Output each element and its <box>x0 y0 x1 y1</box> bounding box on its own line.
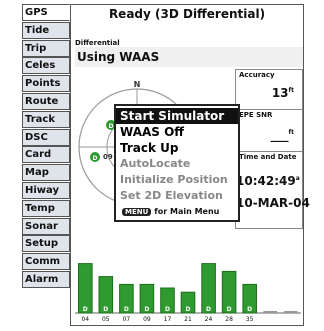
signal-bar-flag: D <box>124 306 129 313</box>
signal-bar-flag: D <box>186 306 191 313</box>
snr-label: EPE SNR <box>239 111 273 119</box>
signal-strength-chart: D 04 D 05 D 07 D 09 D 17 D 21 D 24 D 28 D 35 <box>75 263 301 323</box>
satellite-marker-label: D <box>93 155 98 162</box>
menu-item-start-simulator[interactable]: Start Simulator <box>116 108 238 124</box>
snr-box: EPE SNR ___ft <box>235 109 303 153</box>
time-value: 10:42:49a <box>236 174 300 188</box>
snr-number: ___ <box>270 128 289 142</box>
accuracy-number: 13 <box>271 86 289 100</box>
signal-bar-flag: D <box>227 306 232 313</box>
signal-bar <box>263 311 277 313</box>
differential-label: Differential <box>75 39 120 47</box>
signal-bar-label: 35 <box>246 316 254 323</box>
options-menu: Start Simulator WAAS Off Track Up AutoLocat… <box>114 104 240 222</box>
signal-bar-label: 07 <box>123 316 131 323</box>
satellite-marker: D <box>90 152 100 162</box>
time-date-box: Time and Date 10:42:49a 10-MAR-04 <box>235 151 310 229</box>
time-suffix: a <box>295 175 300 182</box>
signal-bar-flag: D <box>165 306 170 313</box>
north-label: N <box>134 80 141 89</box>
signal-bar-flag: D <box>144 306 149 313</box>
tab-sonar[interactable]: Sonar <box>22 217 70 235</box>
page-tabs: GPS Tide Trip Celes Points Route Track DSC Card M… <box>22 4 70 290</box>
tab-gps[interactable]: GPS <box>22 4 70 21</box>
signal-bar-label: 04 <box>81 316 89 323</box>
tab-track[interactable]: Track <box>22 110 70 128</box>
satellite-number: 09 <box>103 153 113 161</box>
signal-bar-label: 05 <box>102 316 110 323</box>
date-value: 10-MAR-04 <box>236 196 310 210</box>
menu-hint: MENU for Main Menu <box>122 207 219 216</box>
menu-hint-text: for Main Menu <box>154 207 220 216</box>
menu-item-initialize-position[interactable]: Initialize Position <box>120 172 228 188</box>
tab-celes[interactable]: Celes <box>22 57 70 75</box>
accuracy-label: Accuracy <box>239 71 275 79</box>
menu-item-autolocate[interactable]: AutoLocate <box>120 156 190 172</box>
signal-bar-flag: D <box>206 306 211 313</box>
time-number: 10:42:49 <box>236 174 296 188</box>
signal-bar-label: 28 <box>225 316 233 323</box>
signal-bar-flag: D <box>247 306 252 313</box>
signal-bar-label: 17 <box>164 316 172 323</box>
tab-route[interactable]: Route <box>22 93 70 110</box>
tab-alarm[interactable]: Alarm <box>22 271 70 288</box>
gps-status-screen: GPS Tide Trip Celes Points Route Track DSC Card M… <box>0 0 324 331</box>
snr-value: ___ft <box>236 128 300 142</box>
tab-card[interactable]: Card <box>22 146 70 164</box>
signal-bar <box>283 311 298 313</box>
receiver-status-title: Ready (3D Differential) <box>108 7 266 21</box>
signal-bar-flag: D <box>103 306 108 313</box>
signal-bar-label: 09 <box>143 316 151 323</box>
accuracy-value: 13ft <box>236 86 300 100</box>
signal-bar-label: 21 <box>184 316 192 323</box>
tab-setup[interactable]: Setup <box>22 235 70 253</box>
differential-value: Using WAAS <box>75 47 303 67</box>
menu-item-track-up[interactable]: Track Up <box>120 140 179 156</box>
snr-unit: ft <box>288 129 294 136</box>
menu-item-set-2d-elevation[interactable]: Set 2D Elevation <box>120 188 223 204</box>
tab-map[interactable]: Map <box>22 164 70 182</box>
time-date-label: Time and Date <box>239 153 297 161</box>
tab-hiway[interactable]: Hiway <box>22 182 70 199</box>
signal-bar-label: 24 <box>205 316 213 323</box>
accuracy-unit: ft <box>288 87 294 94</box>
tab-dsc[interactable]: DSC <box>22 128 70 146</box>
tab-temp[interactable]: Temp <box>22 199 70 217</box>
menu-key: MENU <box>122 208 152 216</box>
tab-comm[interactable]: Comm <box>22 253 70 271</box>
menu-item-waas-off[interactable]: WAAS Off <box>120 124 184 140</box>
satellite-marker-label: D <box>109 123 114 130</box>
accuracy-box: Accuracy 13ft <box>235 69 303 111</box>
tab-points[interactable]: Points <box>22 75 70 93</box>
signal-bar-flag: D <box>83 306 88 313</box>
tab-trip[interactable]: Trip <box>22 39 70 57</box>
tab-tide[interactable]: Tide <box>22 21 70 39</box>
